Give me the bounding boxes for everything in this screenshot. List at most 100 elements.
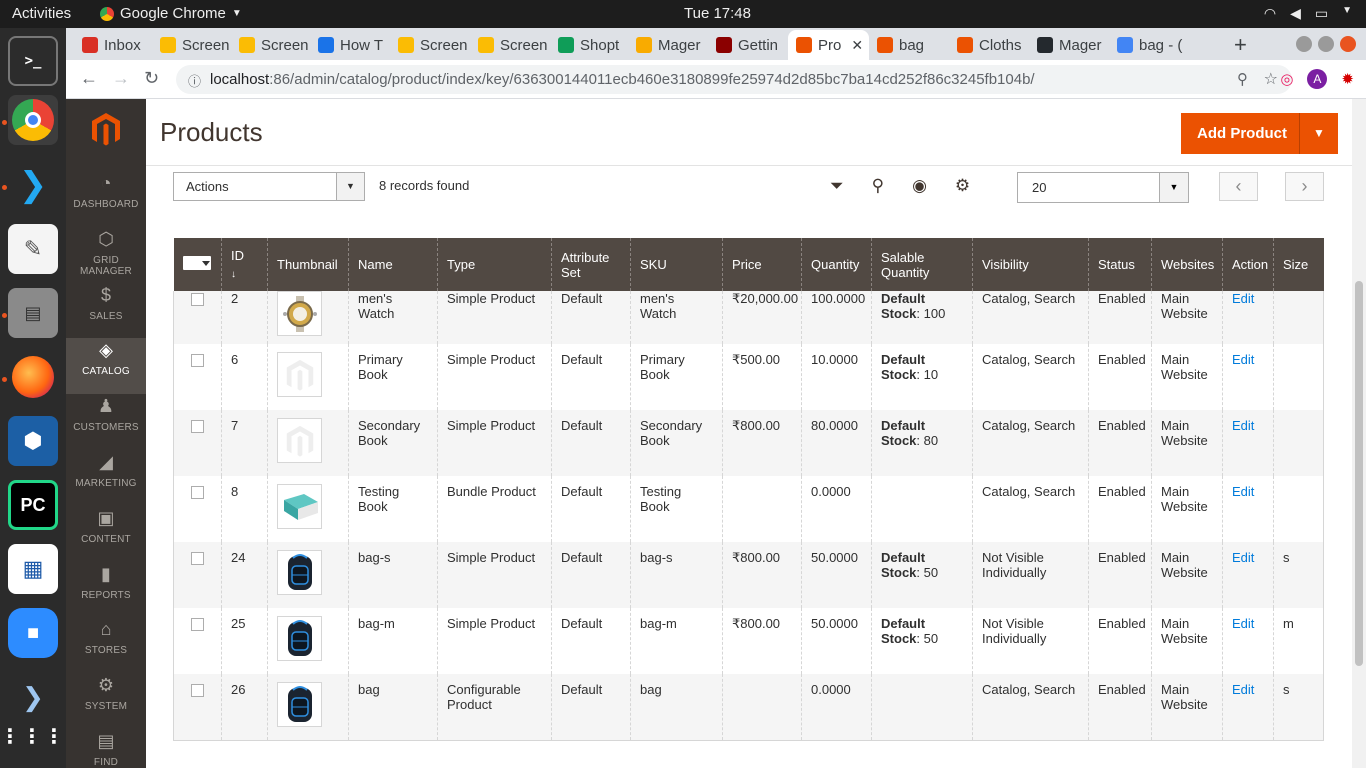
chrome-icon[interactable]	[8, 95, 58, 145]
scrollbar-thumb[interactable]	[1355, 281, 1363, 666]
admin-nav-marketing[interactable]: ◢ MARKETING	[66, 450, 146, 506]
url-text[interactable]: localhost:86/admin/catalog/product/index…	[210, 71, 1035, 88]
edit-link[interactable]: Edit	[1232, 484, 1254, 499]
row-checkbox[interactable]	[191, 552, 204, 565]
admin-nav-stores[interactable]: ⌂ STORES	[66, 617, 146, 673]
edit-link[interactable]: Edit	[1232, 616, 1254, 631]
browser-tab[interactable]: Mager	[1029, 30, 1109, 60]
activities-button[interactable]: Activities	[12, 5, 71, 22]
column-header-sku[interactable]: SKU	[630, 238, 723, 291]
product-thumbnail[interactable]	[277, 682, 322, 727]
table-row[interactable]: 24 bag-s Simple Product Default bag-s ₹800.00…	[173, 542, 1324, 608]
browser-tab[interactable]: bag - (	[1109, 30, 1189, 60]
browser-tab[interactable]: Shopt	[550, 30, 628, 60]
document-viewer-icon[interactable]: ▦	[8, 544, 58, 594]
search-icon[interactable]: ⚲	[872, 176, 884, 196]
column-header-price[interactable]: Price	[722, 238, 802, 291]
text-editor-icon[interactable]: ✎	[8, 224, 58, 274]
row-checkbox[interactable]	[191, 293, 204, 306]
table-row[interactable]: 25 bag-m Simple Product Default bag-m ₹800.00…	[173, 608, 1324, 674]
edit-link[interactable]: Edit	[1232, 291, 1254, 306]
browser-tab[interactable]: Cloths	[949, 30, 1029, 60]
mass-select-control[interactable]	[182, 256, 211, 270]
browser-tab[interactable]: bag	[869, 30, 949, 60]
chevron-down-icon[interactable]: ▼	[1313, 126, 1325, 140]
vscode-icon[interactable]: ❯	[8, 160, 58, 210]
zoom-icon[interactable]: ⚲	[1237, 70, 1248, 88]
column-header-salable-quantity[interactable]: Salable Quantity	[871, 238, 973, 291]
admin-nav-catalog[interactable]: ◈ CATALOG	[66, 338, 146, 395]
product-thumbnail[interactable]	[277, 550, 322, 595]
admin-nav-reports[interactable]: ▮ REPORTS	[66, 562, 146, 618]
column-header-quantity[interactable]: Quantity	[801, 238, 872, 291]
edit-link[interactable]: Edit	[1232, 550, 1254, 565]
filter-icon[interactable]: ⏷	[830, 176, 844, 196]
table-row[interactable]: 26 bag Configurable Product Default bag 0.000…	[173, 674, 1324, 741]
column-header-websites[interactable]: Websites	[1151, 238, 1223, 291]
product-thumbnail[interactable]	[277, 418, 322, 463]
show-apps-icon[interactable]: ⋮⋮⋮	[0, 712, 64, 762]
system-tray[interactable]: ◠ ◀ ▭ ▼	[1264, 5, 1352, 22]
add-product-button[interactable]: Add Product ▼	[1181, 113, 1338, 154]
maximize-button[interactable]	[1318, 36, 1334, 52]
browser-tab[interactable]: Pro ✕	[788, 30, 869, 60]
actions-dropdown[interactable]: Actions ▼	[173, 172, 365, 201]
row-checkbox[interactable]	[191, 618, 204, 631]
browser-tab[interactable]: Inbox	[74, 30, 152, 60]
close-window-button[interactable]	[1340, 36, 1356, 52]
per-page-select[interactable]: 20 ▼	[1017, 172, 1189, 203]
browser-tab[interactable]: Mager	[628, 30, 708, 60]
admin-nav-content[interactable]: ▣ CONTENT	[66, 506, 146, 562]
app-menu[interactable]: Google Chrome ▼	[100, 5, 242, 22]
magento-logo-icon[interactable]	[88, 111, 124, 147]
table-row[interactable]: 6 Primary Book Simple Product Default Primar…	[173, 344, 1324, 410]
edit-link[interactable]: Edit	[1232, 682, 1254, 697]
column-header-status[interactable]: Status	[1088, 238, 1152, 291]
row-checkbox[interactable]	[191, 486, 204, 499]
admin-nav-sales[interactable]: $ SALES	[66, 283, 146, 339]
row-checkbox[interactable]	[191, 354, 204, 367]
column-header-action[interactable]: Action	[1222, 238, 1274, 291]
product-thumbnail[interactable]	[277, 616, 322, 661]
profile-avatar[interactable]: A	[1307, 69, 1328, 89]
column-header-attribute-set[interactable]: Attribute Set	[551, 238, 631, 291]
column-header-id[interactable]: ID ↓	[221, 238, 268, 291]
eye-icon[interactable]: ◉	[912, 176, 927, 196]
minimize-button[interactable]	[1296, 36, 1312, 52]
reload-button[interactable]: ↻	[144, 68, 159, 89]
pycharm-icon[interactable]: PC	[8, 480, 58, 530]
product-thumbnail[interactable]	[277, 352, 322, 397]
previous-page-button[interactable]: ‹	[1219, 172, 1258, 201]
firefox-icon[interactable]	[8, 352, 58, 402]
column-header-type[interactable]: Type	[437, 238, 552, 291]
edit-link[interactable]: Edit	[1232, 418, 1254, 433]
column-header-name[interactable]: Name	[348, 238, 438, 291]
address-bar[interactable]: ⓘ localhost:86/admin/catalog/product/ind…	[176, 65, 1292, 94]
close-tab-icon[interactable]: ✕	[851, 37, 863, 54]
table-row[interactable]: 7 Secondary Book Simple Product Default Seco…	[173, 410, 1324, 476]
column-header-thumbnail[interactable]: Thumbnail	[267, 238, 349, 291]
extension-icon[interactable]: ◎	[1280, 70, 1293, 88]
extension-icon[interactable]: ✹	[1341, 70, 1354, 88]
select-all-checkbox[interactable]	[173, 238, 222, 291]
new-tab-button[interactable]: +	[1234, 32, 1247, 58]
browser-tab[interactable]: Screen	[470, 30, 550, 60]
admin-nav-customers[interactable]: ♟ CUSTOMERS	[66, 394, 146, 450]
row-checkbox[interactable]	[191, 684, 204, 697]
clock[interactable]: Tue 17:48	[684, 5, 751, 22]
product-thumbnail[interactable]	[277, 291, 322, 336]
table-row[interactable]: 2 men's Watch Simple Product Default men's W…	[173, 291, 1324, 344]
site-info-icon[interactable]: ⓘ	[188, 71, 201, 90]
next-page-button[interactable]: ›	[1285, 172, 1324, 201]
page-scrollbar[interactable]	[1352, 99, 1366, 768]
browser-tab[interactable]: Screen	[390, 30, 470, 60]
row-checkbox[interactable]	[191, 420, 204, 433]
column-header-size[interactable]: Size	[1273, 238, 1324, 291]
product-thumbnail[interactable]	[277, 484, 322, 529]
browser-tab[interactable]: Screen	[231, 30, 310, 60]
admin-nav-grid-manager[interactable]: ⬡ GRID MANAGER	[66, 227, 146, 283]
browser-tab[interactable]: How T	[310, 30, 390, 60]
files-icon[interactable]: ▤	[8, 288, 58, 338]
edit-link[interactable]: Edit	[1232, 352, 1254, 367]
zoom-icon[interactable]: ■	[8, 608, 58, 658]
